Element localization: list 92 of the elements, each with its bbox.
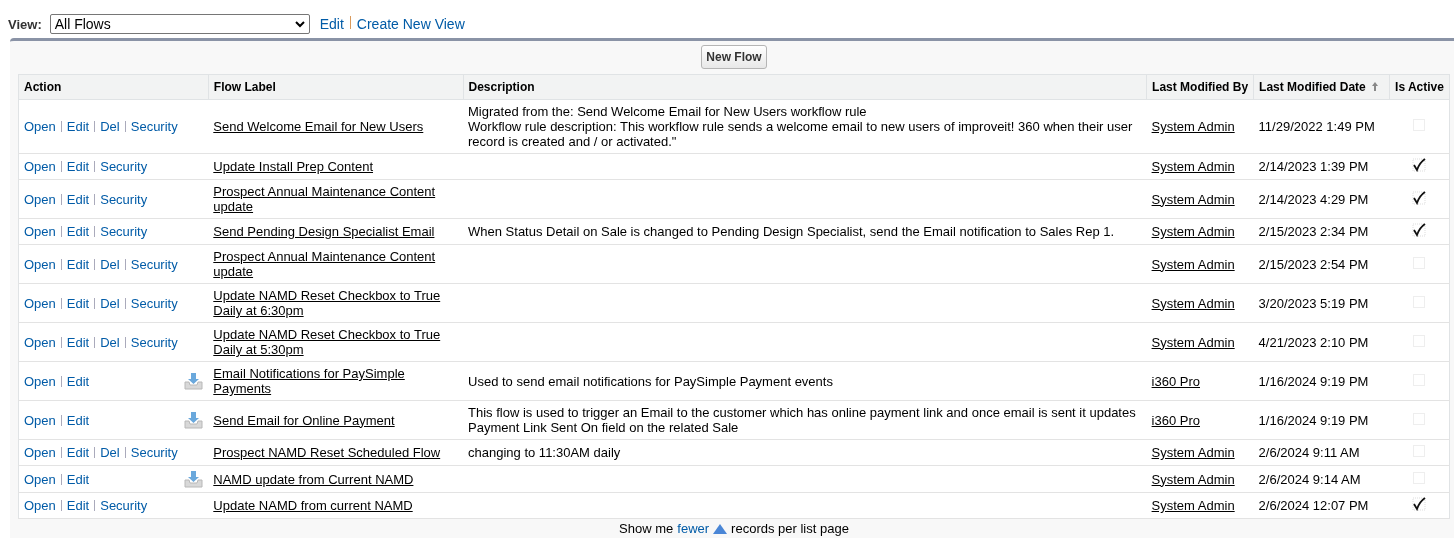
action-link[interactable]: Del: [100, 295, 120, 311]
view-label: View:: [8, 16, 42, 32]
triangle-up-icon: [713, 523, 728, 534]
column-header[interactable]: Action: [24, 80, 62, 94]
action-link[interactable]: Edit: [66, 412, 90, 428]
action-link[interactable]: Open: [24, 471, 56, 487]
action-link[interactable]: Open: [24, 295, 56, 311]
action-link[interactable]: Open: [24, 256, 56, 272]
date-text: 2/15/2023 2:34 PM: [1258, 224, 1369, 239]
action-link[interactable]: Open: [24, 159, 56, 174]
description-text: When Status Detail on Sale is changed to Pending Design Specialist, send the Email notification to Sales Rep 1.: [468, 224, 1115, 239]
user-link[interactable]: System Admin: [1151, 256, 1235, 272]
action-link[interactable]: Del: [100, 445, 120, 460]
flow-link[interactable]: Update NAMD Reset Checkbox to True Daily at 6:30pm: [213, 288, 459, 318]
action-link[interactable]: Edit: [66, 498, 90, 513]
chevron-down-icon: [294, 20, 305, 28]
date-text: 4/21/2023 2:10 PM: [1258, 334, 1369, 350]
flow-link[interactable]: Send Welcome Email for New Users: [213, 119, 424, 134]
flow-link[interactable]: Update NAMD from current NAMD: [213, 498, 413, 513]
user-link[interactable]: System Admin: [1151, 191, 1235, 207]
user-link[interactable]: i360 Pro: [1151, 373, 1200, 389]
date-text: 2/6/2024 12:07 PM: [1258, 498, 1369, 513]
action-link[interactable]: Open: [24, 412, 56, 428]
description-text: This flow is used to trigger an Email to the customer which has online payment link and once email is sent it updates Payment Link Sent On field on the related Sale: [468, 405, 1136, 435]
action-link[interactable]: Security: [100, 159, 148, 174]
flow-link[interactable]: Send Pending Design Specialist Email: [213, 224, 435, 239]
footer-text: Show me: [619, 521, 674, 536]
user-link[interactable]: System Admin: [1151, 159, 1235, 174]
action-link[interactable]: Security: [130, 295, 178, 311]
action-link[interactable]: Open: [24, 191, 56, 207]
new-flow-button[interactable]: New Flow: [701, 45, 767, 69]
action-link[interactable]: Edit: [66, 256, 90, 272]
flow-link[interactable]: Prospect Annual Maintenance Content update: [213, 249, 459, 279]
action-link[interactable]: Open: [24, 334, 56, 350]
user-link[interactable]: System Admin: [1151, 445, 1235, 460]
flow-link[interactable]: NAMD update from Current NAMD: [213, 471, 414, 487]
flow-link[interactable]: Send Email for Online Payment: [213, 412, 395, 428]
date-text: 2/14/2023 4:29 PM: [1258, 191, 1369, 207]
action-link[interactable]: Open: [24, 498, 56, 513]
action-link[interactable]: Security: [100, 224, 148, 239]
action-link[interactable]: Edit: [66, 295, 90, 311]
fewer-link[interactable]: fewer: [677, 521, 710, 536]
action-link[interactable]: Edit: [66, 373, 90, 389]
action-link[interactable]: Edit: [66, 159, 90, 174]
user-link[interactable]: System Admin: [1151, 471, 1235, 487]
description-text: Used to send email notifications for PaySimple Payment events: [468, 373, 833, 389]
action-link[interactable]: Security: [100, 191, 148, 207]
flow-link[interactable]: Update Install Prep Content: [213, 159, 373, 174]
date-text: 2/6/2024 9:11 AM: [1258, 445, 1360, 460]
action-link[interactable]: Del: [100, 119, 120, 134]
date-text: 2/6/2024 9:14 AM: [1258, 471, 1361, 487]
action-link[interactable]: Edit: [66, 471, 90, 487]
footer-text: records per list page: [731, 521, 849, 536]
action-link[interactable]: Security: [130, 256, 178, 272]
user-link[interactable]: i360 Pro: [1151, 412, 1200, 428]
user-link[interactable]: System Admin: [1151, 224, 1235, 239]
action-link[interactable]: Open: [24, 373, 56, 389]
flow-link[interactable]: Email Notifications for PaySimple Payments: [213, 366, 459, 396]
action-link[interactable]: Security: [130, 119, 178, 134]
action-link[interactable]: Del: [100, 256, 120, 272]
view-link[interactable]: Create New View: [356, 16, 465, 32]
action-link[interactable]: Security: [130, 334, 178, 350]
user-link[interactable]: System Admin: [1151, 498, 1235, 513]
date-text: 11/29/2022 1:49 PM: [1258, 119, 1375, 134]
action-link[interactable]: Security: [130, 445, 178, 460]
date-text: 2/14/2023 1:39 PM: [1258, 159, 1369, 174]
view-link[interactable]: Edit: [319, 16, 344, 32]
action-link[interactable]: Edit: [66, 334, 90, 350]
description-text: Migrated from the: Send Welcome Email for New Users workflow rule Workflow rule description: This workflow rule sends a welcome email to new users of improveit! 360 when their user record is created and / or activated.": [468, 104, 1133, 149]
action-link[interactable]: Edit: [66, 224, 90, 239]
user-link[interactable]: System Admin: [1151, 334, 1235, 350]
flow-link[interactable]: Prospect NAMD Reset Scheduled Flow: [213, 445, 441, 460]
date-text: 1/16/2024 9:19 PM: [1258, 412, 1369, 428]
column-header[interactable]: Description: [468, 80, 535, 94]
action-link[interactable]: Open: [24, 445, 56, 460]
user-link[interactable]: System Admin: [1151, 119, 1235, 134]
action-link[interactable]: Edit: [66, 119, 90, 134]
flow-link[interactable]: Update NAMD Reset Checkbox to True Daily at 5:30pm: [213, 327, 459, 357]
column-header[interactable]: Flow Label: [213, 80, 276, 94]
view-dropdown[interactable]: All Flows: [49, 14, 310, 34]
action-link[interactable]: Security: [100, 498, 148, 513]
date-text: 3/20/2023 5:19 PM: [1258, 295, 1369, 311]
user-link[interactable]: System Admin: [1151, 295, 1235, 311]
action-link[interactable]: Edit: [66, 445, 90, 460]
action-link[interactable]: Del: [100, 334, 120, 350]
flow-link[interactable]: Prospect Annual Maintenance Content update: [213, 184, 459, 214]
action-link[interactable]: Open: [24, 224, 56, 239]
date-text: 1/16/2024 9:19 PM: [1258, 373, 1369, 389]
date-text: 2/15/2023 2:54 PM: [1258, 256, 1369, 272]
description-text: changing to 11:30AM daily: [468, 445, 621, 460]
action-link[interactable]: Open: [24, 119, 56, 134]
action-link[interactable]: Edit: [66, 191, 90, 207]
